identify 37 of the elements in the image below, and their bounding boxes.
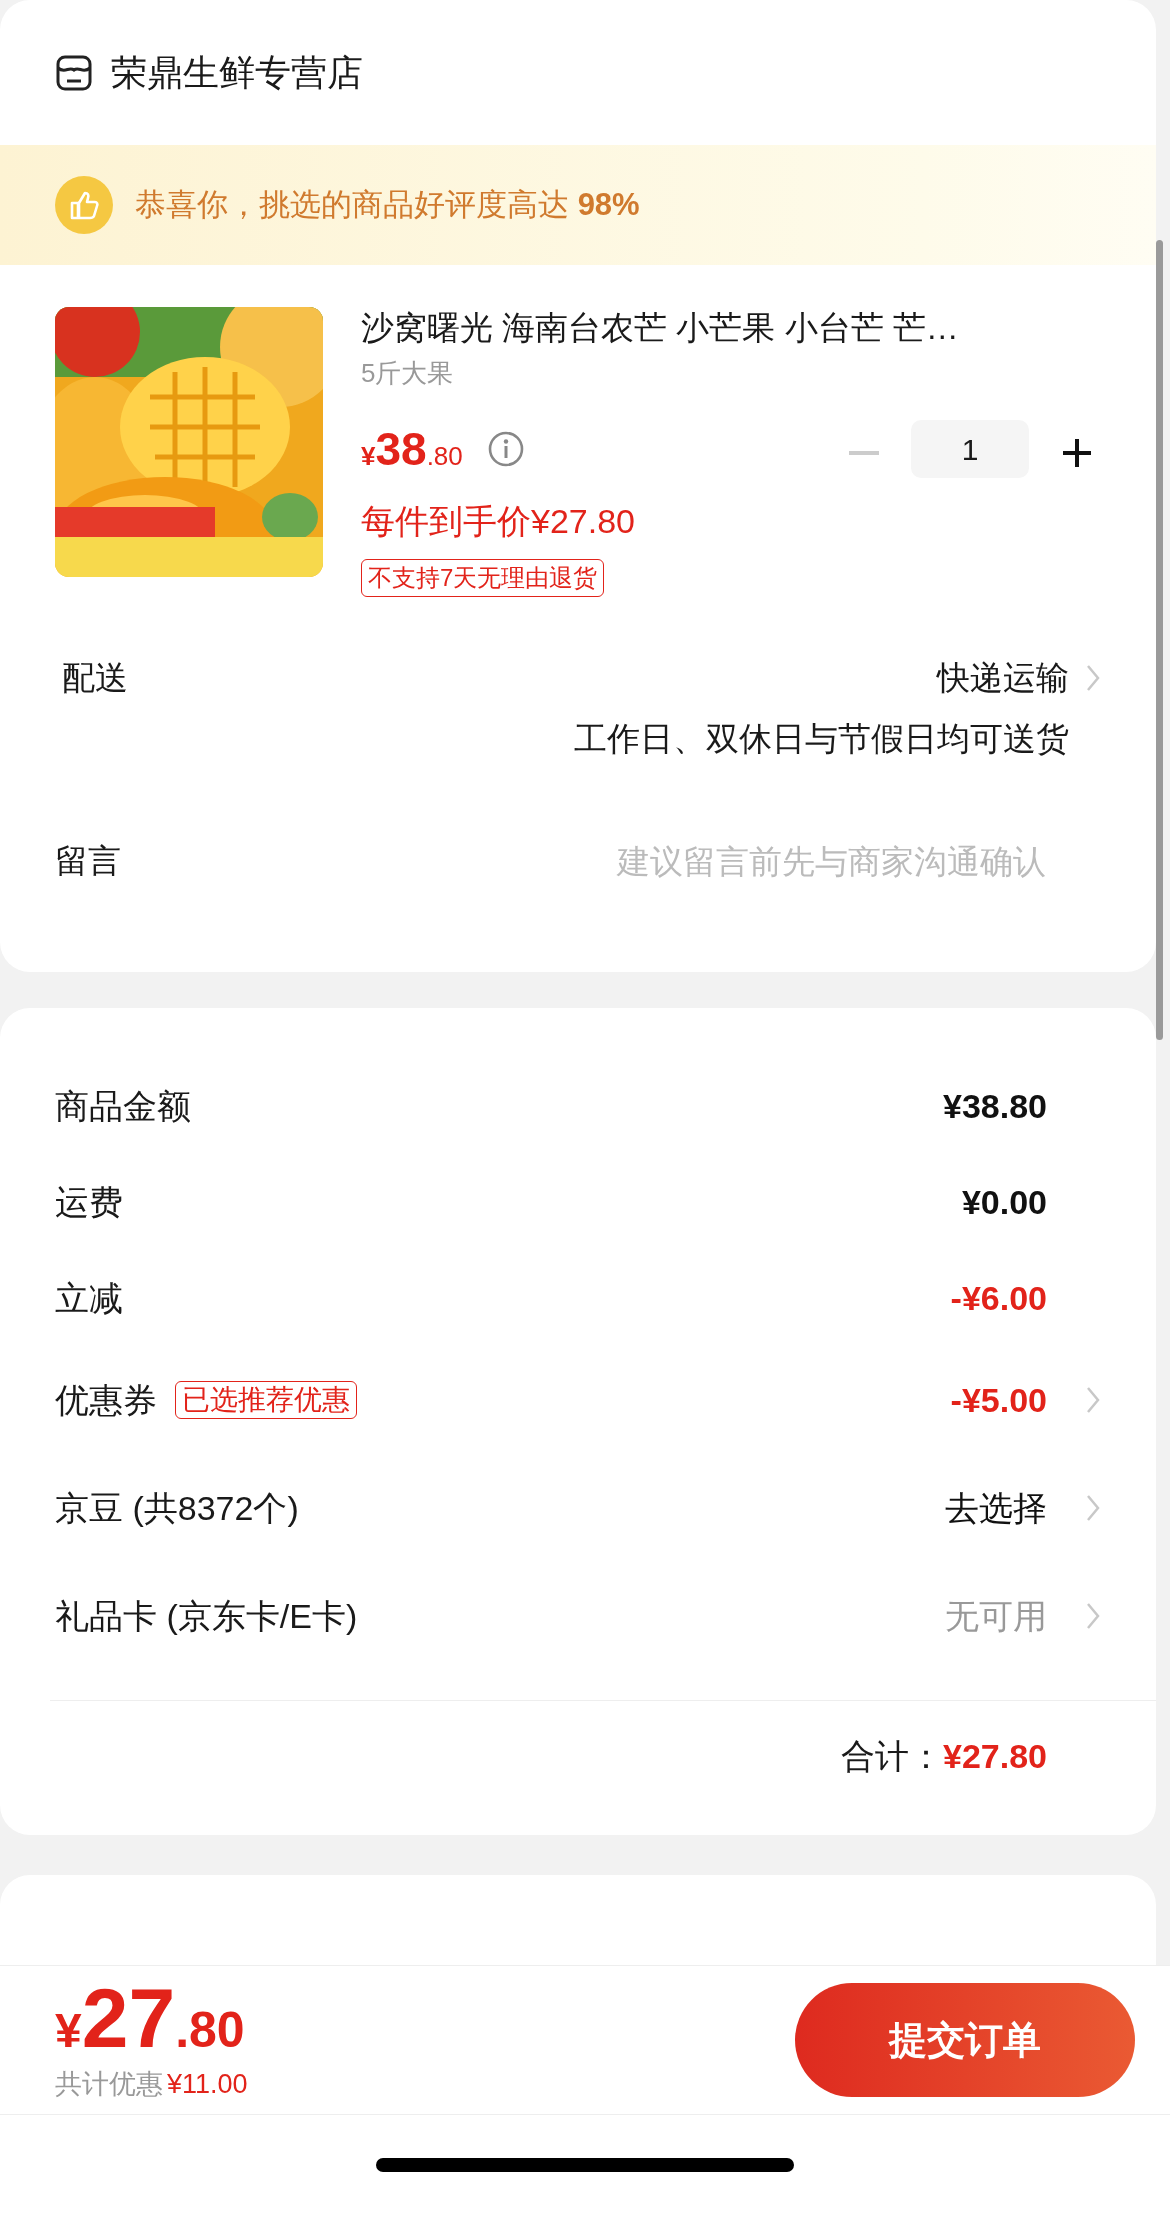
product-price: ¥38.80 (361, 421, 463, 477)
coupon-tag: 已选推荐优惠 (175, 1380, 357, 1420)
plus-icon (1061, 436, 1093, 469)
thumbs-up-icon (55, 176, 113, 234)
return-policy-tag: 不支持7天无理由退货 (361, 558, 605, 597)
summary-label: 礼品卡 (京东卡/E卡) (55, 1595, 358, 1637)
summary-value: ¥0.00 (961, 1181, 1047, 1223)
store-icon (55, 53, 93, 92)
scrollbar[interactable] (1156, 240, 1163, 1040)
summary-label: 立减 (55, 1277, 123, 1319)
summary-label: 京豆 (共8372个) (55, 1487, 299, 1529)
summary-label: 商品金额 (55, 1085, 191, 1127)
delivery-note: 工作日、双休日与节假日均可送货 (574, 720, 1069, 758)
quantity-field[interactable]: 1 (911, 420, 1029, 479)
product-spec: 5斤大果 (361, 356, 455, 390)
delivery-method[interactable]: 快递运输 (937, 652, 1069, 703)
banner-text: 恭喜你，挑选的商品好评度高达 98% (135, 185, 640, 224)
summary-value[interactable]: -¥5.00 (950, 1374, 1047, 1426)
minus-icon (849, 450, 879, 455)
delivery-label: 配送 (62, 657, 128, 698)
product-title[interactable]: 沙窝曙光 海南台农芒 小芒果 小台芒 芒… (361, 307, 1101, 350)
store-name[interactable]: 荣鼎生鲜专营店 (111, 45, 363, 100)
total-value: ¥27.80 (943, 1736, 1047, 1777)
submit-order-button[interactable]: 提交订单 (795, 1983, 1135, 2097)
saving-label: 共计优惠 (55, 2068, 163, 2099)
message-label: 留言 (55, 840, 121, 881)
final-price: 每件到手价¥27.80 (361, 500, 636, 542)
summary-value: ¥38.80 (943, 1085, 1047, 1127)
info-icon[interactable] (486, 430, 525, 469)
saving-value: ¥11.00 (167, 2068, 248, 2099)
summary-value: -¥6.00 (950, 1277, 1047, 1319)
summary-label: 优惠券 (55, 1379, 157, 1421)
home-indicator[interactable] (376, 2158, 794, 2172)
summary-label: 运费 (55, 1181, 123, 1223)
summary-value[interactable]: 去选择 (945, 1482, 1047, 1534)
total-price: ¥27.80 (55, 1975, 246, 2060)
total-label: 合计： (841, 1736, 943, 1777)
